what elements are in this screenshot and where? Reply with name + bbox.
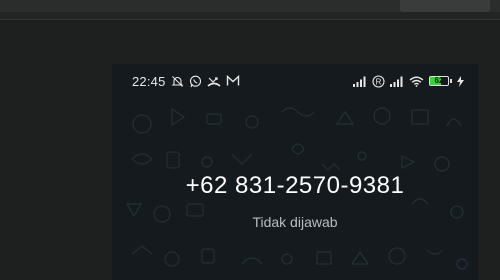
gmail-icon bbox=[226, 75, 240, 87]
window-titlebar bbox=[0, 0, 500, 12]
missed-call-icon bbox=[207, 75, 221, 88]
wifi-icon bbox=[409, 76, 424, 87]
status-bar-right: R 62 bbox=[353, 74, 464, 88]
battery-icon: 62 bbox=[429, 76, 452, 86]
status-bar: 22:45 R 62 bbox=[112, 64, 478, 98]
svg-text:R: R bbox=[376, 77, 382, 86]
muted-bell-icon bbox=[171, 75, 184, 88]
whatsapp-icon bbox=[189, 75, 202, 88]
roaming-r-icon: R bbox=[372, 74, 385, 88]
charging-icon bbox=[457, 75, 464, 87]
status-bar-left: 22:45 bbox=[132, 74, 240, 89]
divider bbox=[0, 19, 500, 20]
battery-level: 62 bbox=[434, 76, 444, 85]
window-tab[interactable] bbox=[400, 0, 490, 12]
call-status-text: Tidak dijawab bbox=[252, 214, 338, 230]
caller-phone-number: +62 831-2570-9381 bbox=[185, 172, 405, 199]
phone-screen: 22:45 R 62 +62 831-2570-9381 Tidak dijaw… bbox=[112, 64, 478, 280]
signal-icon bbox=[353, 76, 367, 87]
signal-icon bbox=[390, 76, 404, 87]
status-time: 22:45 bbox=[132, 73, 166, 89]
